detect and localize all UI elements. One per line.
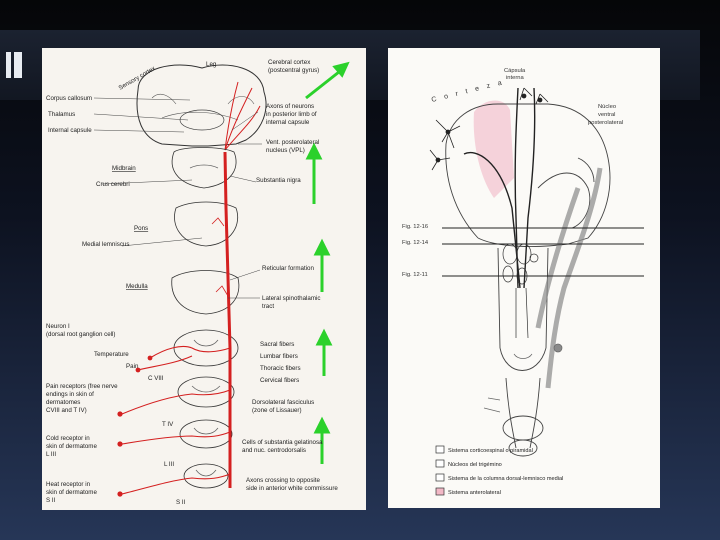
label-dorso-2: (zone of Lissauer) bbox=[252, 407, 302, 414]
label-capsula-1: Cápsula bbox=[504, 68, 526, 74]
label-vent-post-1: Vent. posterolateral bbox=[266, 139, 319, 146]
label-thalamus: Thalamus bbox=[48, 111, 75, 118]
legend-swatch-trigeminal bbox=[435, 459, 445, 468]
label-postcentral: (postcentral gyrus) bbox=[268, 67, 319, 74]
label-fig-12-14: Fig. 12-14 bbox=[402, 240, 429, 246]
legend-item-3: Sistema de la columna dorsal-lemnisco me… bbox=[448, 476, 563, 482]
label-cells-1: Cells of substantia gelatinosa bbox=[242, 439, 323, 446]
label-cold-2: skin of dermatome bbox=[46, 443, 97, 450]
pathways-diagram: C o r t e z a Cápsula interna Núcleo ven… bbox=[388, 48, 660, 508]
label-neuron-2: (dorsal root ganglion cell) bbox=[46, 331, 115, 338]
label-pain-rec-4: CVIII and T IV) bbox=[46, 407, 87, 414]
label-axons-neurons-1: Axons of neurons bbox=[266, 103, 314, 110]
label-c8: C VIII bbox=[148, 375, 164, 382]
label-sacral: Sacral fibers bbox=[260, 341, 294, 348]
label-axons-neurons-2: in posterior limb of bbox=[266, 111, 317, 118]
label-leg: Leg bbox=[206, 61, 217, 68]
label-pain-rec-1: Pain receptors (free nerve bbox=[46, 383, 118, 390]
label-fig-12-16: Fig. 12-16 bbox=[402, 224, 428, 230]
label-reticular-formation: Reticular formation bbox=[262, 265, 314, 272]
label-dorso-1: Dorsolateral fasciculus bbox=[252, 399, 314, 406]
label-axons-cross-2: side in anterior white commissure bbox=[246, 485, 338, 492]
label-heat-3: S II bbox=[46, 497, 56, 504]
legend-item-1: Sistema corticoespinal o piramidal bbox=[448, 448, 533, 454]
label-pons: Pons bbox=[134, 225, 148, 232]
left-diagram-panel: Cerebral cortex (postcentral gyrus) Sens… bbox=[42, 48, 366, 510]
deco-bar-1 bbox=[6, 52, 11, 78]
label-s2: S II bbox=[176, 499, 186, 506]
label-cerebral-cortex: Cerebral cortex bbox=[268, 59, 311, 66]
label-temperature: Temperature bbox=[94, 351, 129, 358]
label-crus-cerebri: Crus cerebri bbox=[96, 181, 130, 188]
label-substantia-nigra: Substantia nigra bbox=[256, 177, 301, 184]
label-corpus-callosum: Corpus callosum bbox=[46, 95, 92, 102]
label-neuron-1: Neuron I bbox=[46, 323, 70, 330]
label-vent-post-2: nucleus (VPL) bbox=[266, 147, 305, 154]
legend-swatch-anterolateral bbox=[435, 487, 445, 496]
label-nucleo-1: Núcleo bbox=[598, 104, 616, 110]
label-cells-2: and nuc. centrodorsalis bbox=[242, 447, 306, 454]
label-cold-3: L III bbox=[46, 451, 56, 458]
label-nucleo-2: ventral bbox=[598, 112, 615, 118]
label-heat-2: skin of dermatome bbox=[46, 489, 97, 496]
label-capsula-2: interna bbox=[506, 75, 525, 81]
deco-bar-2 bbox=[14, 52, 22, 78]
label-pain-rec-2: endings in skin of bbox=[46, 391, 94, 398]
legend-swatch-corticospinal bbox=[435, 445, 445, 454]
right-diagram-panel: C o r t e z a Cápsula interna Núcleo ven… bbox=[388, 48, 660, 508]
label-midbrain: Midbrain bbox=[112, 165, 136, 172]
label-axons-neurons-3: internal capsule bbox=[266, 119, 310, 126]
label-fig-12-11: Fig. 12-11 bbox=[402, 272, 428, 278]
label-pain-rec-3: dermatomes bbox=[46, 399, 80, 406]
label-axons-cross-1: Axons crossing to opposite bbox=[246, 477, 321, 484]
legend-swatch-dorsal-column bbox=[435, 473, 445, 482]
spinothalamic-diagram: Cerebral cortex (postcentral gyrus) Sens… bbox=[42, 48, 366, 510]
label-lateral-spino-1: Lateral spinothalamic bbox=[262, 295, 320, 302]
label-l3: L III bbox=[164, 461, 174, 468]
label-lateral-spino-2: tract bbox=[262, 303, 274, 310]
label-t4: T IV bbox=[162, 421, 174, 428]
label-internal-capsule: Internal capsule bbox=[48, 127, 92, 134]
legend-item-2: Núcleos del trigémino bbox=[448, 462, 502, 468]
label-medial-lemniscus: Medial lemniscus bbox=[82, 241, 129, 248]
label-medulla: Medulla bbox=[126, 283, 148, 290]
label-thoracic: Thoracic fibers bbox=[260, 365, 301, 372]
label-nucleo-3: posterolateral bbox=[588, 120, 623, 126]
legend-item-4: Sistema anterolateral bbox=[448, 490, 501, 496]
label-heat-1: Heat receptor in bbox=[46, 481, 91, 488]
label-cervical: Cervical fibers bbox=[260, 377, 299, 384]
label-cold-1: Cold receptor in bbox=[46, 435, 90, 442]
label-lumbar: Lumbar fibers bbox=[260, 353, 298, 360]
label-pain: Pain bbox=[126, 363, 139, 370]
